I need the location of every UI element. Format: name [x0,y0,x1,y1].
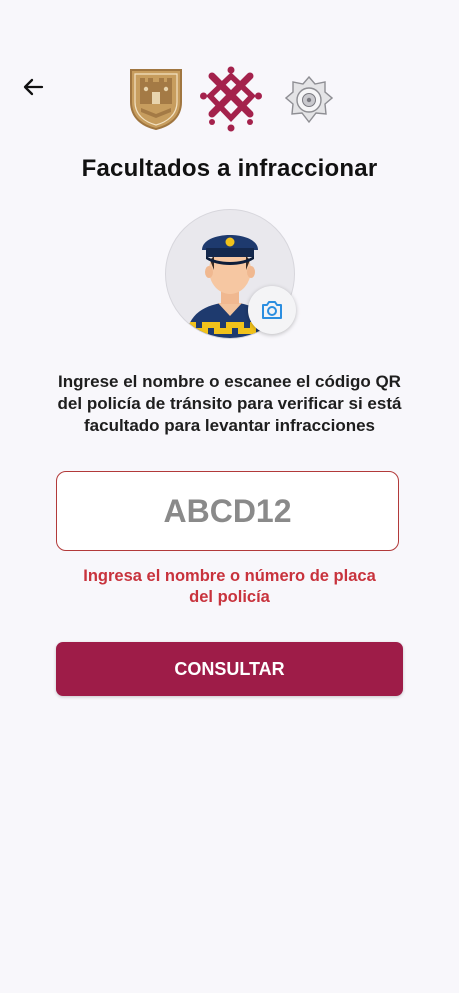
officer-name-or-plate-input[interactable] [56,471,399,551]
error-line: Ingresa el nombre o número de placa [83,567,376,585]
validation-error-message: Ingresa el nombre o número de placa del … [40,566,419,608]
page-title: Facultados a infraccionar [81,155,378,182]
instructions-text: Ingrese el nombre o escanee el código QR… [30,371,429,437]
cdmx-government-logo [200,66,262,132]
error-line: del policía [189,588,270,606]
instructions-line: facultado para levantar infracciones [84,416,375,435]
consult-button[interactable]: CONSULTAR [56,642,403,696]
header-logos [0,66,459,132]
instructions-line: del policía de tránsito para verificar s… [57,394,402,413]
instructions-line: Ingrese el nombre o escanee el código QR [58,372,401,391]
app-screen: { "header": { "back_icon": "arrow-left-i… [0,0,459,993]
camera-icon [262,301,282,319]
scan-qr-camera-button[interactable] [248,286,296,334]
cdmx-coat-of-arms-logo [130,69,182,130]
officer-avatar-container [165,209,296,339]
police-badge-logo [285,76,333,124]
